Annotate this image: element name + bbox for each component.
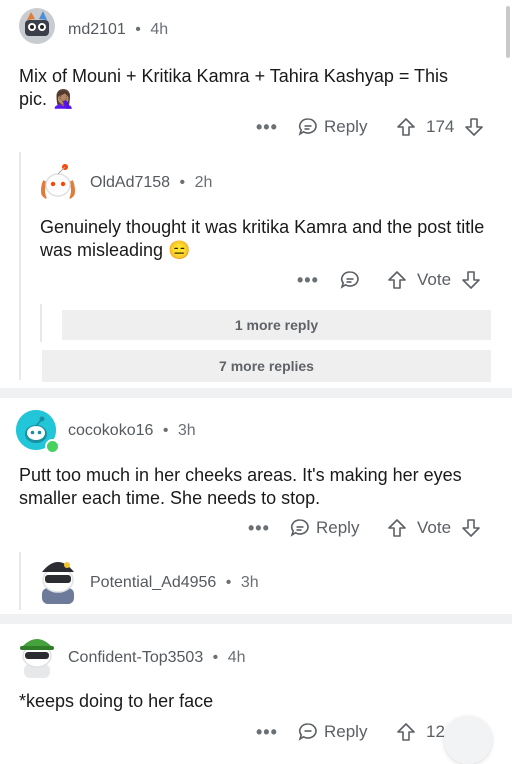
- more-reply-button[interactable]: 1 more reply: [62, 310, 491, 340]
- reply-icon: [298, 117, 318, 137]
- username[interactable]: OldAd7158: [90, 174, 170, 191]
- timestamp: 4h: [227, 649, 246, 666]
- upvote-icon[interactable]: [396, 722, 416, 742]
- vote-count: 174: [426, 117, 455, 136]
- comment-body: Genuinely thought it was kritika Kamra a…: [40, 216, 490, 262]
- reply-button[interactable]: Reply: [298, 722, 367, 742]
- vote-controls: 174: [396, 117, 484, 137]
- separator: •: [162, 422, 169, 439]
- timestamp: 3h: [177, 422, 196, 439]
- vote-controls: Vote: [387, 270, 481, 290]
- comment-text: Putt too much in her cheeks areas. It's …: [19, 465, 462, 508]
- avatar[interactable]: [16, 410, 60, 454]
- comment-header: OldAd7158 • 2h: [90, 174, 212, 192]
- comment-text: *keeps doing to her face: [19, 691, 214, 711]
- vote-label: Vote: [417, 518, 452, 537]
- timestamp: 2h: [194, 174, 213, 191]
- thread-line[interactable]: [19, 152, 21, 380]
- vote-label: Vote: [417, 270, 452, 289]
- separator: •: [135, 21, 141, 38]
- comment-divider: [0, 614, 512, 624]
- separator: •: [179, 174, 186, 191]
- reply-button[interactable]: [340, 270, 360, 290]
- comment-body: Mix of Mouni + Kritika Kamra + Tahira Ka…: [19, 65, 469, 111]
- upvote-icon[interactable]: [387, 270, 407, 290]
- separator: •: [225, 574, 232, 591]
- username[interactable]: md2101: [68, 21, 126, 38]
- timestamp: 4h: [150, 21, 169, 38]
- avatar[interactable]: [37, 161, 79, 203]
- comment-header: md2101 • 4h: [68, 21, 168, 39]
- comment-text: Genuinely thought it was kritika Kamra a…: [40, 217, 485, 260]
- thread-line[interactable]: [40, 304, 42, 342]
- username[interactable]: Potential_Ad4956: [90, 574, 216, 591]
- separator: •: [212, 649, 219, 666]
- more-options-icon[interactable]: •••: [256, 722, 278, 743]
- expressionless-emoji: 😑: [168, 240, 191, 260]
- more-options-icon[interactable]: •••: [297, 270, 319, 291]
- facepalm-emoji: 🤦🏽‍♀️: [52, 89, 75, 109]
- vote-controls: 12: [396, 722, 445, 742]
- reply-label: Reply: [324, 722, 368, 741]
- avatar[interactable]: [36, 554, 80, 604]
- reply-label: Reply: [324, 117, 368, 136]
- comment-header: cocokoko16 • 3h: [68, 422, 196, 440]
- timestamp: 3h: [240, 574, 259, 591]
- reply-icon: [298, 722, 318, 742]
- online-status-icon: [45, 439, 60, 454]
- more-reply-label: 1 more reply: [234, 317, 319, 333]
- more-options-icon[interactable]: •••: [256, 117, 278, 138]
- thread-line[interactable]: [19, 552, 21, 610]
- more-replies-label: 7 more replies: [219, 358, 314, 374]
- comment-text: Mix of Mouni + Kritika Kamra + Tahira Ka…: [19, 66, 449, 109]
- vote-controls: Vote: [387, 518, 481, 538]
- reply-button[interactable]: Reply: [298, 117, 367, 137]
- comment-header: Confident-Top3503 • 4h: [68, 649, 246, 667]
- reply-icon: [290, 518, 310, 538]
- more-replies-button[interactable]: 7 more replies: [42, 350, 491, 382]
- downvote-icon[interactable]: [461, 518, 481, 538]
- reply-label: Reply: [316, 518, 360, 537]
- comment-divider: [0, 388, 512, 398]
- reply-button[interactable]: Reply: [290, 518, 359, 538]
- more-options-icon[interactable]: •••: [248, 518, 270, 539]
- username[interactable]: cocokoko16: [68, 422, 153, 439]
- upvote-icon[interactable]: [396, 117, 416, 137]
- comment-header: Potential_Ad4956 • 3h: [90, 574, 259, 592]
- username[interactable]: Confident-Top3503: [68, 649, 203, 666]
- floating-action-button[interactable]: [444, 716, 492, 764]
- downvote-icon[interactable]: [464, 117, 484, 137]
- vote-count: 12: [426, 722, 445, 741]
- upvote-icon[interactable]: [387, 518, 407, 538]
- reply-icon: [340, 270, 360, 290]
- downvote-icon[interactable]: [461, 270, 481, 290]
- avatar[interactable]: [16, 628, 58, 678]
- scrollbar[interactable]: [506, 6, 510, 58]
- avatar[interactable]: [19, 8, 55, 44]
